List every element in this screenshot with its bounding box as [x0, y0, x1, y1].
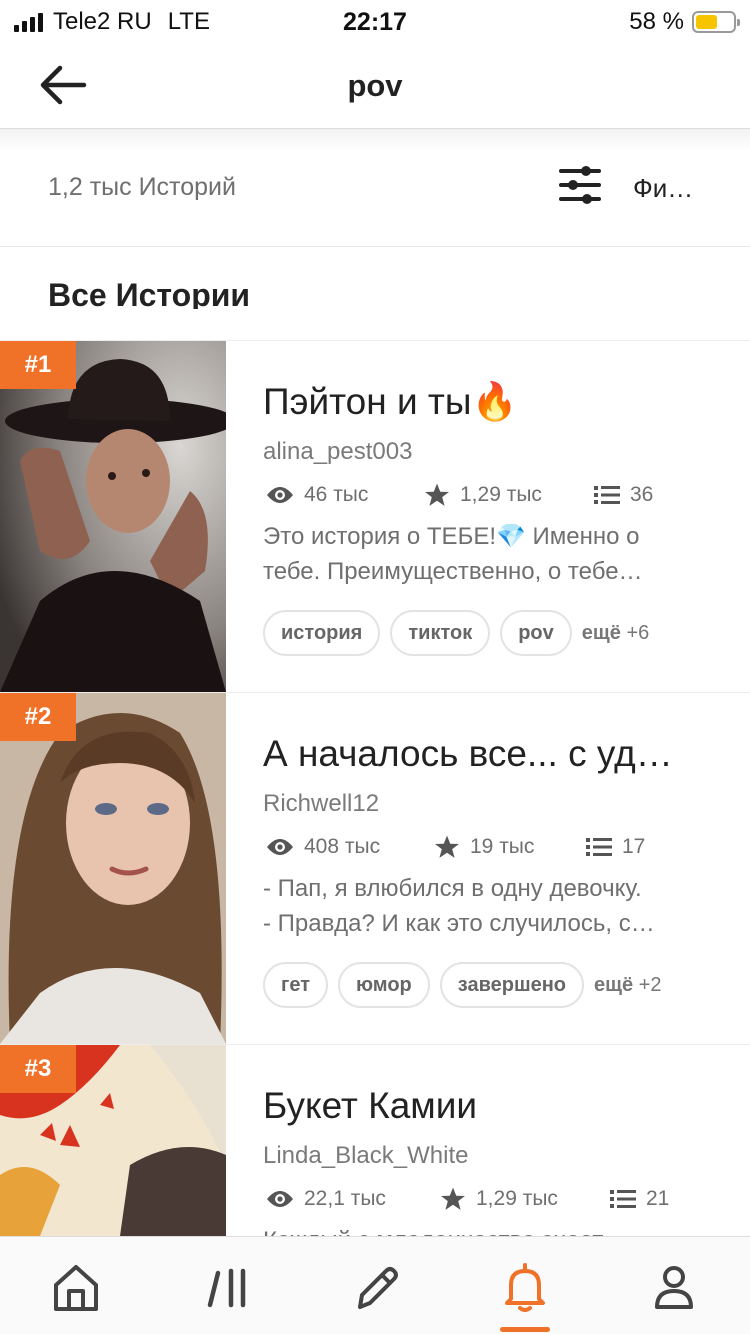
- tab-notifications[interactable]: [497, 1259, 553, 1315]
- description-line: тебе. Преимущественно, о тебе…: [263, 558, 643, 585]
- reads-count: 22,1 тыс: [304, 1187, 386, 1210]
- story-author[interactable]: Richwell12: [263, 790, 379, 818]
- tag-chip[interactable]: pov: [500, 610, 572, 656]
- story-description: Это история о ТЕБЕ!💎 Именно о тебе. Преи…: [263, 519, 713, 589]
- status-bar: Tele2 RU LTE 22:17 58 %: [0, 0, 750, 42]
- story-author[interactable]: alina_pest003: [263, 438, 412, 466]
- rank-badge: #3: [0, 1045, 76, 1093]
- rank-badge: #2: [0, 693, 76, 741]
- votes-stat: 1,29 тыс: [440, 1185, 558, 1213]
- nav-header: pov: [0, 42, 750, 129]
- tab-profile[interactable]: [646, 1259, 702, 1315]
- more-tags-link[interactable]: ещё +6: [582, 622, 650, 645]
- battery-icon: [692, 11, 740, 33]
- more-count: +2: [638, 973, 662, 996]
- more-label: ещё: [581, 621, 621, 644]
- tab-home[interactable]: [48, 1259, 104, 1315]
- active-tab-indicator: [500, 1327, 550, 1332]
- tag-chip[interactable]: юмор: [337, 962, 430, 1008]
- description-line: - Пап, я влюбился в одну девочку.: [263, 875, 642, 902]
- reads-count: 408 тыс: [304, 835, 381, 858]
- story-cover-image[interactable]: #2: [0, 693, 226, 1044]
- profile-icon: [655, 1266, 693, 1309]
- list-icon: [586, 838, 612, 856]
- eye-icon: [267, 839, 293, 855]
- pencil-icon: [358, 1267, 398, 1309]
- parts-count: 36: [630, 483, 654, 506]
- tab-bar: [0, 1236, 750, 1334]
- description-line: - Правда? И как это случилось, с…: [263, 910, 655, 937]
- star-icon: [435, 835, 459, 858]
- filter-button[interactable]: [558, 165, 602, 205]
- rank-badge: #1: [0, 341, 76, 389]
- bell-icon: [505, 1263, 545, 1312]
- story-description: - Пап, я влюбился в одну девочку. - Прав…: [263, 871, 713, 941]
- parts-count: 17: [622, 835, 646, 858]
- votes-count: 19 тыс: [470, 835, 535, 858]
- story-cover-image[interactable]: #1: [0, 341, 226, 692]
- tag-chip[interactable]: тикток: [390, 610, 491, 656]
- story-count: 1,2 тыс Историй: [48, 173, 236, 201]
- more-label: ещё: [594, 973, 634, 996]
- eye-icon: [267, 487, 293, 503]
- star-icon: [441, 1187, 465, 1210]
- more-count: +6: [626, 621, 650, 644]
- tab-write[interactable]: [348, 1259, 404, 1315]
- description-line: Это история о ТЕБЕ!💎 Именно о: [263, 523, 640, 550]
- parts-stat: 21: [610, 1185, 669, 1213]
- list-icon: [594, 486, 620, 504]
- reads-count: 46 тыс: [304, 483, 369, 506]
- tag-list: история тикток pov ещё +6: [263, 609, 649, 657]
- tag-chip[interactable]: завершено: [439, 962, 585, 1008]
- more-tags-link[interactable]: ещё +2: [594, 974, 662, 997]
- parts-count: 21: [646, 1187, 670, 1210]
- votes-stat: 19 тыс: [434, 833, 534, 861]
- filter-label[interactable]: Фи…: [633, 173, 713, 204]
- parts-stat: 17: [586, 833, 645, 861]
- story-title[interactable]: Букет Камии: [263, 1085, 713, 1127]
- tag-list: гет юмор завершено ещё +2: [263, 961, 662, 1009]
- tag-chip[interactable]: история: [263, 610, 381, 656]
- story-title[interactable]: Пэйтон и ты🔥: [263, 381, 713, 424]
- tab-library[interactable]: [200, 1259, 256, 1315]
- home-icon: [54, 1265, 98, 1311]
- parts-stat: 36: [594, 481, 653, 509]
- story-card[interactable]: #1 Пэйтон и ты🔥 alina_pest003 46 тыс 1,2…: [0, 341, 750, 693]
- reads-stat: 46 тыс: [266, 481, 368, 509]
- votes-stat: 1,29 тыс: [424, 481, 542, 509]
- reads-stat: 22,1 тыс: [266, 1185, 386, 1213]
- results-bar: 1,2 тыс Историй Фи…: [0, 129, 750, 247]
- tag-chip[interactable]: гет: [263, 962, 328, 1008]
- battery-percent: 58 %: [629, 8, 684, 35]
- story-card[interactable]: #2 А началось все... с уд… Richwell12 40…: [0, 693, 750, 1045]
- sliders-icon: [559, 166, 601, 204]
- list-icon: [610, 1190, 636, 1208]
- story-title[interactable]: А началось все... с уд…: [263, 733, 713, 775]
- library-icon: [207, 1268, 246, 1308]
- story-author[interactable]: Linda_Black_White: [263, 1142, 468, 1170]
- status-right: 58 %: [629, 8, 740, 36]
- votes-count: 1,29 тыс: [460, 483, 542, 506]
- eye-icon: [267, 1191, 293, 1207]
- votes-count: 1,29 тыс: [476, 1187, 558, 1210]
- section-title: Все Истории: [48, 277, 251, 309]
- star-icon: [425, 483, 449, 506]
- page-title: pov: [347, 68, 403, 103]
- reads-stat: 408 тыс: [266, 833, 380, 861]
